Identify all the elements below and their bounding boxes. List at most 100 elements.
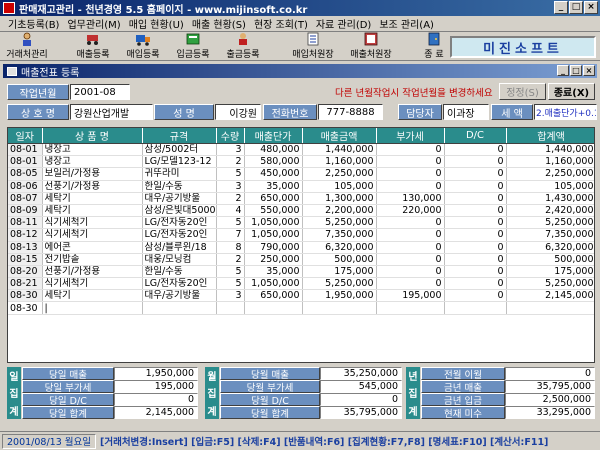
table-cell[interactable]: 1,050,000 [244, 277, 303, 291]
table-cell[interactable]: 한일/수동 [142, 180, 217, 193]
table-row[interactable]: 08-13 에어콘 삼성/블루윈/18 8 790,000 6,320,000 0 0 6,32… [8, 241, 594, 254]
name-input[interactable]: 이강원 [215, 104, 261, 120]
table-row[interactable]: 08-01 냉장고 LG/모델123-12 2 580,000 1,160,000 0 0 1,… [8, 155, 594, 169]
table-cell[interactable]: 2,420,000 [506, 204, 594, 218]
table-cell[interactable]: 2 [216, 192, 245, 205]
table-row[interactable]: 08-06 선풍기/가정용 한일/수동 3 35,000 105,000 0 0 105,000 [8, 180, 594, 193]
minimize-button[interactable]: _ [554, 1, 568, 14]
table-row[interactable]: 08-01 냉장고 삼성/5002터 3 480,000 1,440,000 0 0 1,440… [8, 143, 594, 157]
table-cell[interactable]: 195,000 [376, 289, 445, 303]
menu-data[interactable]: 자료 관리(D) [312, 16, 375, 31]
table-cell[interactable]: 0 [376, 241, 445, 254]
menu-basic[interactable]: 기초등록(B) [4, 16, 63, 31]
table-cell[interactable]: 대우/공기방울 [142, 289, 217, 303]
table-cell[interactable]: 0 [444, 155, 507, 169]
table-cell[interactable]: 08-07 [8, 192, 43, 205]
table-cell[interactable]: 0 [444, 216, 507, 230]
table-cell[interactable]: 220,000 [376, 204, 445, 218]
table-cell[interactable]: LG/모델123-12 [142, 155, 217, 169]
table-cell[interactable]: 5,250,000 [302, 216, 377, 230]
close-button[interactable]: × [584, 1, 598, 14]
doc-close-button[interactable]: × [583, 65, 595, 76]
table-cell[interactable]: 0 [444, 253, 507, 266]
table-row[interactable]: 08-20 선풍기/가정용 한일/수동 5 35,000 175,000 0 0 175,000 [8, 265, 594, 279]
purchase-entry-button[interactable]: 매입등록 [118, 33, 168, 60]
table-cell[interactable]: 1,440,000 [506, 143, 594, 157]
maximize-button[interactable]: □ [569, 1, 583, 14]
table-row[interactable]: 08-05 보일러/가정용 귀뚜라미 5 450,000 2,250,000 0 0 2,250… [8, 167, 594, 181]
table-cell[interactable]: 0 [444, 289, 507, 303]
table-cell[interactable]: 세탁기 [42, 204, 143, 218]
manager-input[interactable]: 이과장 [443, 104, 489, 120]
table-cell[interactable]: 1,160,000 [302, 155, 377, 169]
table-cell[interactable] [142, 301, 217, 315]
table-cell[interactable]: 0 [444, 204, 507, 218]
table-cell[interactable]: 08-15 [8, 253, 43, 266]
menu-purchase-status[interactable]: 매입 현황(U) [125, 16, 188, 31]
table-cell[interactable]: 450,000 [244, 167, 303, 181]
table-cell[interactable]: LG/전자동20인 [142, 228, 217, 242]
col-product[interactable]: 상 품 명 [42, 128, 143, 144]
table-row[interactable]: 08-30 | [8, 301, 594, 315]
table-cell[interactable]: 0 [376, 216, 445, 230]
table-row[interactable]: 08-15 전기밥솥 대웅/모닝컴 2 250,000 500,000 0 0 500,000 [8, 253, 594, 266]
doc-minimize-button[interactable]: _ [557, 65, 569, 76]
table-cell[interactable]: 8 [216, 241, 245, 254]
table-cell[interactable]: 0 [376, 167, 445, 181]
table-cell[interactable]: 550,000 [244, 204, 303, 218]
table-cell[interactable]: 08-12 [8, 228, 43, 242]
table-cell[interactable]: 5 [216, 265, 245, 279]
col-spec[interactable]: 규격 [142, 128, 217, 144]
table-cell[interactable]: 0 [376, 143, 445, 157]
table-cell[interactable]: 105,000 [506, 180, 594, 193]
table-row[interactable]: 08-07 세탁기 대우/공기방울 2 650,000 1,300,000 130,000 0… [8, 192, 594, 205]
table-cell[interactable]: 08-20 [8, 265, 43, 279]
col-qty[interactable]: 수량 [216, 128, 245, 144]
customer-manage-button[interactable]: 거래처관리 [2, 32, 52, 60]
table-cell[interactable] [376, 301, 445, 315]
table-cell[interactable]: 식기세척기 [42, 216, 143, 230]
withdraw-entry-button[interactable]: 출금등록 [218, 33, 268, 60]
table-cell[interactable]: 0 [376, 277, 445, 291]
table-cell[interactable]: 5 [216, 167, 245, 181]
table-cell[interactable]: 0 [444, 167, 507, 181]
purchase-ledger-button[interactable]: 매입처원장 [284, 32, 342, 60]
table-cell[interactable]: 0 [444, 143, 507, 157]
doc-maximize-button[interactable]: □ [570, 65, 582, 76]
tax-select[interactable]: 2.매출단가+0.1 [534, 104, 597, 120]
table-cell[interactable]: 2,145,000 [506, 289, 594, 303]
table-cell[interactable]: LG/전자동20인 [142, 277, 217, 291]
table-cell[interactable]: 3 [216, 180, 245, 193]
table-cell[interactable]: 105,000 [302, 180, 377, 193]
table-cell[interactable]: 한일/수동 [142, 265, 217, 279]
table-cell[interactable]: 2,250,000 [302, 167, 377, 181]
table-cell[interactable]: 08-01 [8, 155, 43, 169]
table-cell[interactable]: 08-05 [8, 167, 43, 181]
menu-aux[interactable]: 보조 관리(A) [375, 16, 438, 31]
table-cell[interactable]: 1,430,000 [506, 192, 594, 205]
table-row[interactable]: 08-21 식기세척기 LG/전자동20인 5 1,050,000 5,250,000 0 0… [8, 277, 594, 291]
table-row[interactable]: 08-09 세탁기 삼성/은빛대5000 4 550,000 2,200,000 220,0… [8, 204, 594, 218]
table-cell[interactable]: 0 [444, 228, 507, 242]
table-cell[interactable]: 0 [376, 180, 445, 193]
table-cell[interactable]: 세탁기 [42, 192, 143, 205]
table-row[interactable]: 08-11 식기세척기 LG/전자동20인 5 1,050,000 5,250,000 0 0… [8, 216, 594, 230]
table-row[interactable]: 08-30 세탁기 대우/공기방울 3 650,000 1,950,000 195,000 0… [8, 289, 594, 303]
table-cell[interactable]: 790,000 [244, 241, 303, 254]
table-cell[interactable]: 08-30 [8, 301, 43, 315]
table-cell[interactable]: 식기세척기 [42, 228, 143, 242]
table-cell[interactable]: 세탁기 [42, 289, 143, 303]
table-cell[interactable]: 0 [444, 241, 507, 254]
close-form-button[interactable]: 종료(X) [548, 83, 595, 100]
table-cell[interactable]: 냉장고 [42, 155, 143, 169]
table-cell[interactable]: 08-30 [8, 289, 43, 303]
table-cell[interactable]: 35,000 [244, 180, 303, 193]
table-cell[interactable]: 35,000 [244, 265, 303, 279]
table-cell[interactable]: 6,320,000 [506, 241, 594, 254]
table-cell[interactable]: 5 [216, 216, 245, 230]
table-cell[interactable]: 2,200,000 [302, 204, 377, 218]
table-cell[interactable]: 0 [444, 180, 507, 193]
table-cell[interactable]: 보일러/가정용 [42, 167, 143, 181]
table-cell[interactable]: 650,000 [244, 289, 303, 303]
table-cell[interactable]: 0 [376, 253, 445, 266]
